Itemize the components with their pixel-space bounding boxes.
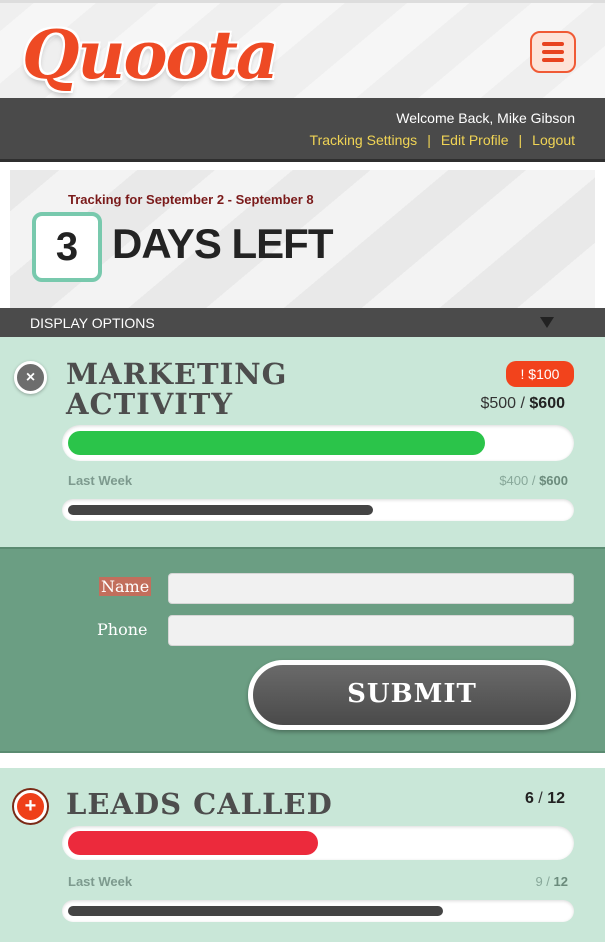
days-left-label: DAYS LEFT xyxy=(112,220,333,267)
marketing-amount: $500 / $600 xyxy=(480,395,565,413)
leads-last-week-fill xyxy=(68,906,443,916)
close-icon[interactable]: × xyxy=(14,361,47,394)
welcome-message: Welcome Back, Mike Gibson xyxy=(396,110,575,126)
menu-icon[interactable] xyxy=(530,31,576,73)
leads-progress-track xyxy=(62,826,574,860)
display-options-bar[interactable]: DISPLAY OPTIONS xyxy=(0,308,605,337)
leads-called-card: + LEADS CALLED 6 / 12 Last Week 9 / 12 xyxy=(0,768,605,942)
amount-slash: / xyxy=(542,874,554,889)
phone-input[interactable] xyxy=(168,615,574,646)
add-icon[interactable]: + xyxy=(14,790,47,823)
leads-last-week-track xyxy=(62,900,574,922)
marketing-last-week-value: $400 / $600 xyxy=(499,473,568,488)
chevron-down-icon[interactable] xyxy=(540,317,554,328)
logout-link[interactable]: Logout xyxy=(532,132,575,148)
tracking-panel: Tracking for September 2 - September 8 3… xyxy=(10,170,595,308)
app-header: Quoota xyxy=(0,0,605,98)
marketing-progress-fill xyxy=(68,431,485,455)
submit-button[interactable]: SUBMIT xyxy=(248,660,576,730)
display-options-label: DISPLAY OPTIONS xyxy=(30,315,155,331)
link-separator: | xyxy=(518,132,523,148)
contact-form: Name Phone SUBMIT xyxy=(0,547,605,753)
name-label: Name xyxy=(99,577,152,596)
leads-last-week-current: 9 xyxy=(535,874,543,889)
user-bar: Welcome Back, Mike Gibson Tracking Setti… xyxy=(0,98,605,162)
marketing-current: $500 xyxy=(480,395,517,412)
quoota-logo[interactable]: Quoota xyxy=(22,9,279,105)
name-input[interactable] xyxy=(168,573,574,604)
marketing-last-week-fill xyxy=(68,505,373,515)
leads-progress-fill xyxy=(68,831,318,855)
last-week-label: Last Week xyxy=(68,874,133,889)
phone-label: Phone xyxy=(97,620,148,639)
leads-goal: 12 xyxy=(547,790,565,807)
last-week-label: Last Week xyxy=(68,473,133,488)
leads-amount: 6 / 12 xyxy=(525,790,565,808)
leads-current: 6 xyxy=(524,790,534,807)
edit-profile-link[interactable]: Edit Profile xyxy=(441,132,509,148)
link-separator: | xyxy=(427,132,431,148)
marketing-last-week-goal: $600 xyxy=(539,473,568,488)
tracking-settings-link[interactable]: Tracking Settings xyxy=(310,132,418,148)
leads-last-week-goal: 12 xyxy=(553,874,568,889)
tracking-period: Tracking for September 2 - September 8 xyxy=(68,192,314,207)
user-links: Tracking Settings | Edit Profile | Logout xyxy=(310,132,575,148)
marketing-title-line1: MARKETING xyxy=(66,357,288,391)
leads-title: LEADS CALLED xyxy=(66,787,333,821)
amount-slash: / xyxy=(533,790,548,807)
amount-slash: / xyxy=(528,473,540,488)
marketing-activity-card: × MARKETING ACTIVITY ! $100 $500 / $600 … xyxy=(0,337,605,547)
leads-last-week-value: 9 / 12 xyxy=(535,874,568,889)
marketing-last-week-track xyxy=(62,499,574,521)
amount-slash: / xyxy=(516,395,530,412)
marketing-last-week-current: $400 xyxy=(499,473,529,488)
days-left-count: 3 xyxy=(32,212,102,282)
marketing-progress-track xyxy=(62,425,574,461)
difference-badge: ! $100 xyxy=(506,361,574,387)
marketing-title-line2: ACTIVITY xyxy=(66,387,234,421)
marketing-goal: $600 xyxy=(529,395,565,412)
